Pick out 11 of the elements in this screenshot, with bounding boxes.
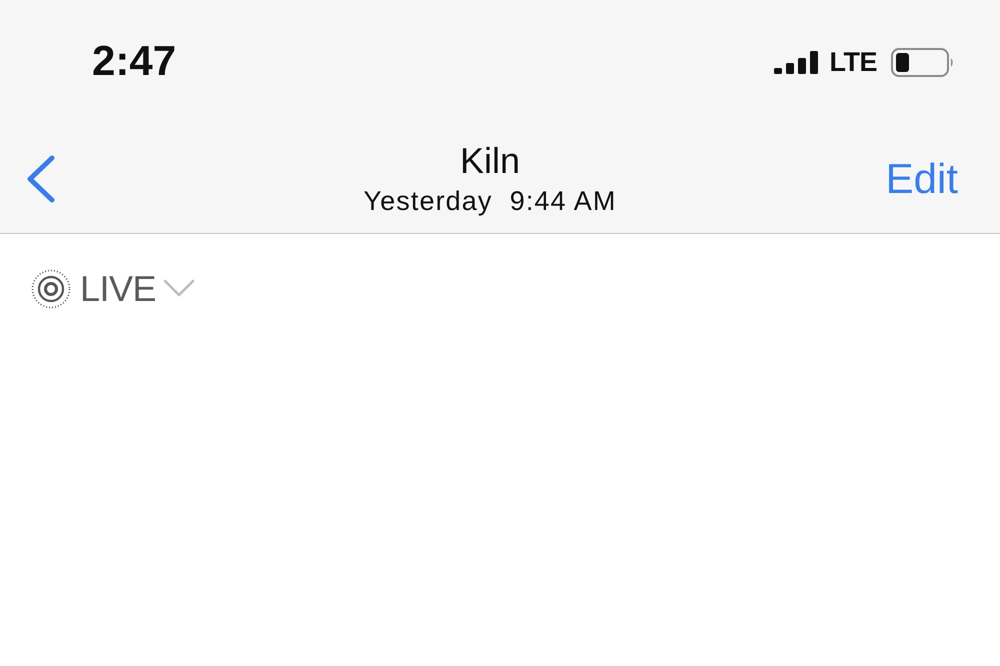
caret-down-icon bbox=[163, 279, 196, 297]
photo-date: Yesterday 9:44 AM bbox=[364, 185, 616, 217]
signal-bars-icon bbox=[774, 51, 818, 74]
chevron-left-icon bbox=[26, 155, 56, 203]
network-type: LTE bbox=[830, 47, 877, 78]
battery-icon bbox=[891, 48, 955, 77]
status-time: 2:47 bbox=[92, 36, 176, 84]
edit-button[interactable]: Edit bbox=[886, 155, 958, 203]
photo-title: Kiln bbox=[460, 141, 520, 181]
live-menu-button[interactable]: LIVE bbox=[31, 269, 196, 309]
live-photo-icon bbox=[31, 269, 71, 309]
